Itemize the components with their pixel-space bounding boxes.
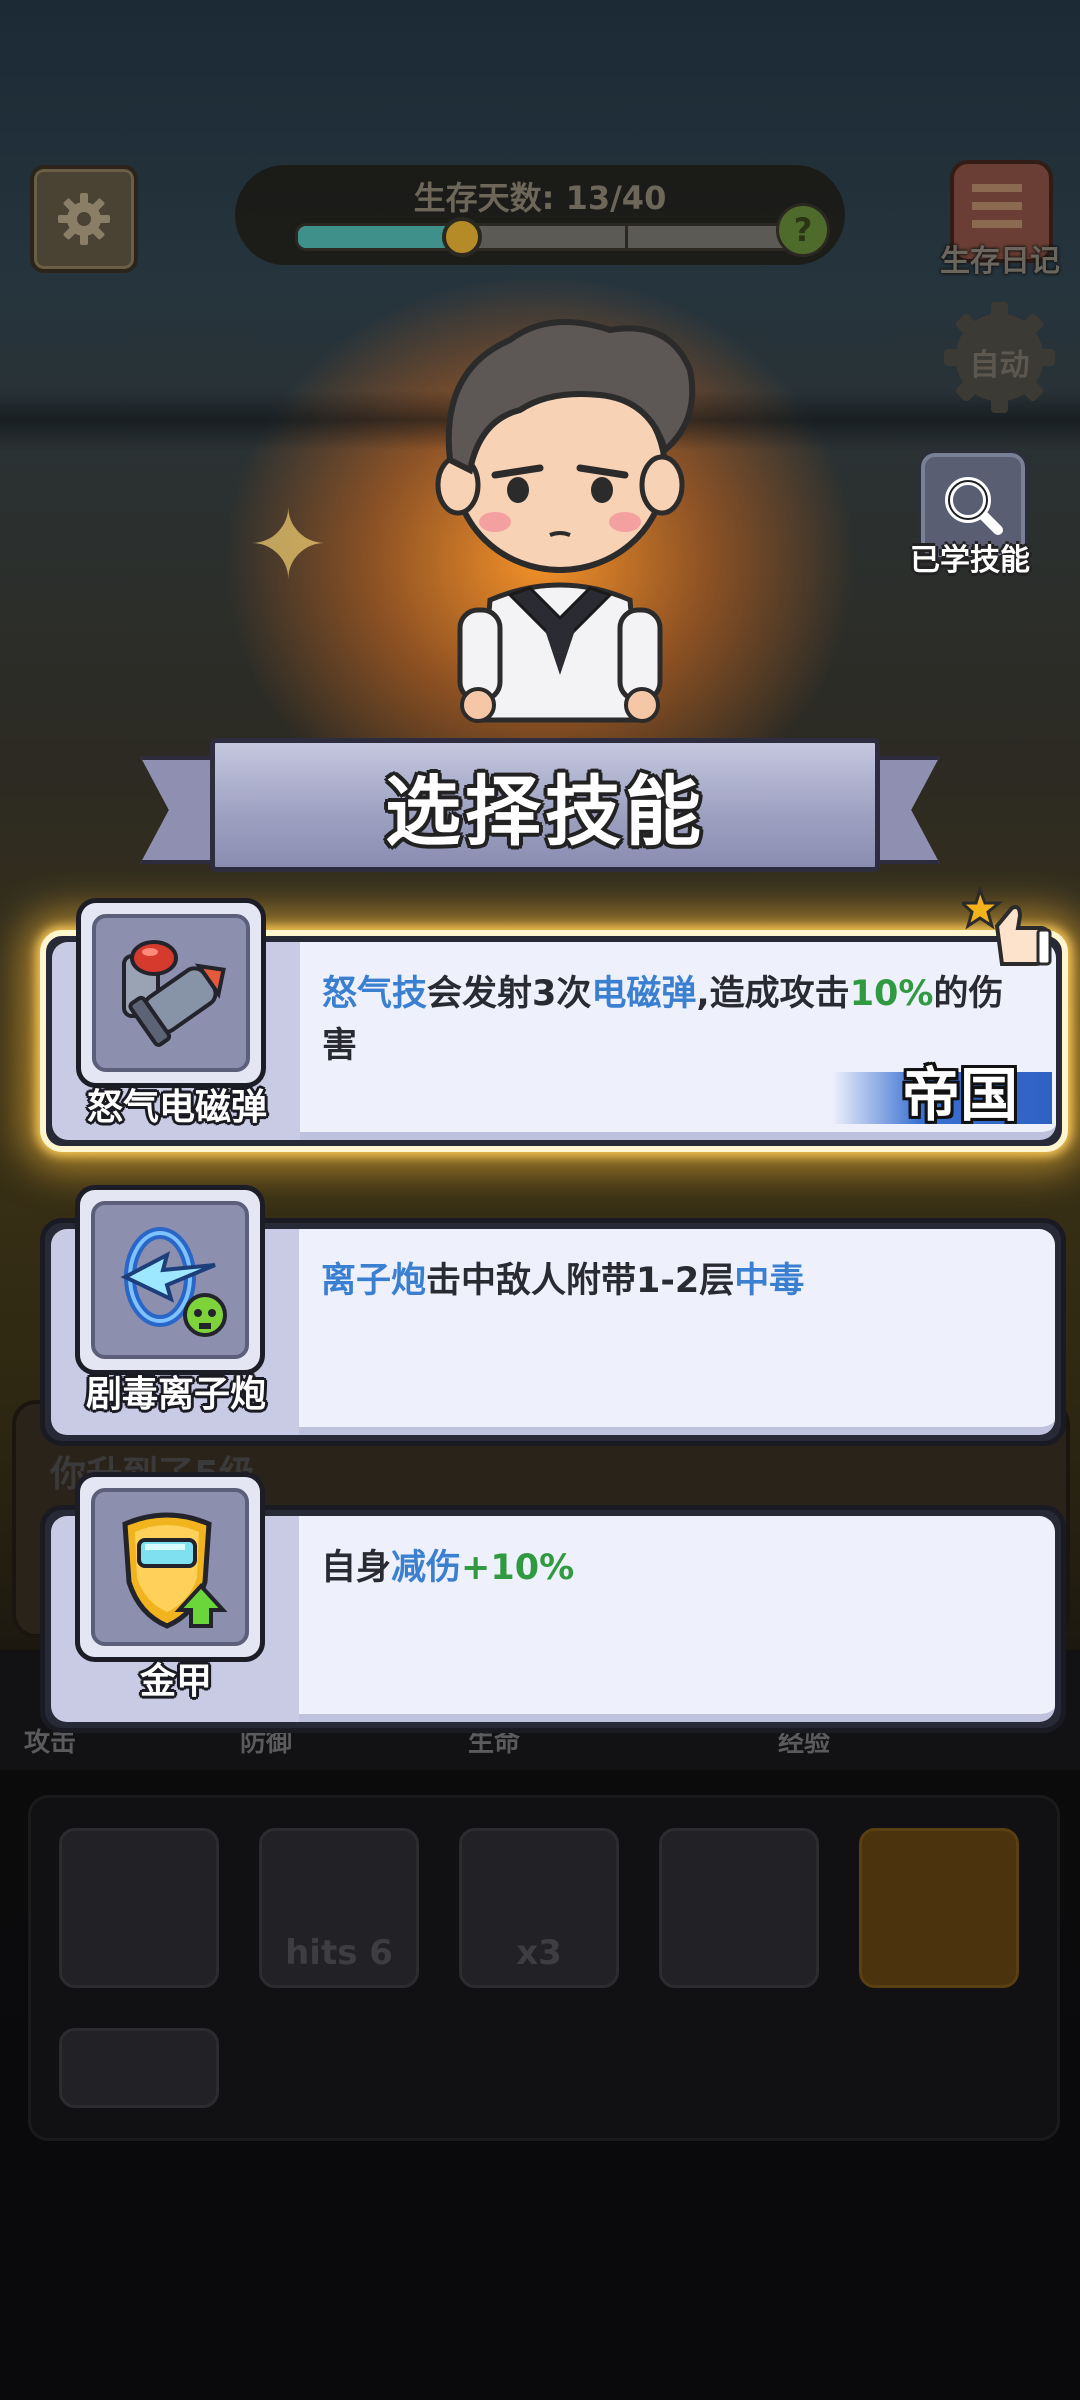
owned-skill-slot (59, 2028, 219, 2108)
skill-icon-frame (75, 1185, 265, 1375)
card-description-panel: 自身减伤+10% (299, 1516, 1055, 1722)
settings-button[interactable] (30, 165, 138, 273)
description-segment: 击中敌人附带1-2层 (426, 1261, 735, 1301)
survival-diary-label: 生存日记 (940, 244, 1060, 279)
description-segment: 怒气技 (322, 974, 428, 1014)
magnifier-icon (945, 477, 1003, 535)
skill-icon-frame (75, 1472, 265, 1662)
sailor-character (435, 319, 696, 723)
survival-days-label: 生存天数: 13/40 (413, 179, 667, 217)
owned-skill-slot: x3 (459, 1828, 619, 1988)
progress-divider (625, 223, 628, 251)
survival-progress-fill (298, 226, 459, 248)
owned-skill-slot (659, 1828, 819, 1988)
sparkle-icon: ✦ (248, 489, 329, 601)
owned-skill-slot (859, 1828, 1019, 1988)
description-segment: 中毒 (734, 1261, 805, 1301)
description-segment: 自身 (321, 1548, 392, 1588)
owned-skill-grid: hits 6 x3 (28, 1795, 1060, 2141)
skill-name: 剧毒离子炮 (85, 1374, 266, 1415)
golden-armor-icon (122, 1512, 228, 1629)
skill-description: 自身减伤+10% (321, 1542, 1015, 1594)
description-segment: 电磁弹 (591, 974, 697, 1014)
description-segment: 减伤 (391, 1548, 462, 1588)
survival-days-panel: 生存天数: 13/40 ? (235, 165, 845, 265)
owned-skill-slot: hits 6 (259, 1828, 419, 1988)
faction-label: 帝国 (901, 1061, 1018, 1129)
skill-name: 怒气电磁弹 (86, 1087, 267, 1128)
description-segment: 离子炮 (321, 1261, 427, 1301)
learned-skills-button[interactable]: 已学技能 (905, 445, 1035, 578)
learned-skills-label: 已学技能 (910, 543, 1030, 578)
help-button[interactable]: ? (776, 203, 830, 257)
skill-card-poison-ion-cannon[interactable]: 离子炮击中敌人附带1-2层中毒 剧毒离子炮 (40, 1185, 1066, 1446)
skill-card-rage-emp[interactable]: 怒气技会发射3次电磁弹,造成攻击10%的伤害 帝国 怒气电磁弹 (40, 886, 1068, 1152)
card-description-panel: 离子炮击中敌人附带1-2层中毒 (299, 1229, 1055, 1435)
skill-name: 金甲 (139, 1661, 212, 1702)
thumbs-up-recommend-icon (962, 886, 1052, 966)
electromagnetic-missile-icon (122, 940, 226, 1047)
auto-label: 自动 (969, 348, 1030, 383)
description-segment: +10% (461, 1548, 575, 1588)
skill-card-golden-armor[interactable]: 自身减伤+10% 金甲 (40, 1472, 1066, 1733)
description-segment: 会发射3次 (427, 974, 592, 1014)
banner-title: 选择技能 (385, 767, 705, 856)
description-segment: 10% (849, 974, 934, 1014)
poison-ion-cannon-icon (120, 1227, 227, 1337)
survival-diary-button[interactable]: 生存日记 (935, 150, 1065, 280)
survival-progress-bar (295, 223, 796, 251)
gear-icon (58, 193, 110, 245)
select-skill-banner: 选择技能 (140, 738, 940, 872)
auto-button[interactable]: 自动 (942, 300, 1057, 415)
skill-icon-frame (76, 898, 266, 1088)
card-description-panel: 怒气技会发射3次电磁弹,造成攻击10%的伤害 帝国 (300, 942, 1056, 1140)
owned-skill-slot (59, 1828, 219, 1988)
progress-marker (441, 217, 482, 257)
skill-description: 离子炮击中敌人附带1-2层中毒 (321, 1255, 1015, 1307)
banner-plate: 选择技能 (210, 738, 880, 872)
description-segment: ,造成攻击 (696, 974, 850, 1014)
